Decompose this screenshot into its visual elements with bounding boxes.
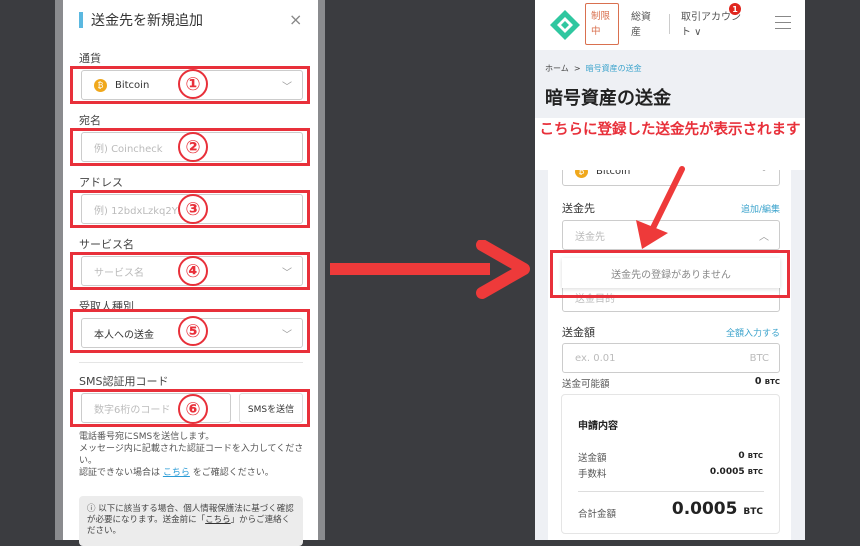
- amount-unit: BTC: [749, 352, 769, 364]
- destination-placeholder: 送金先: [575, 231, 605, 243]
- notification-badge: 1: [729, 3, 741, 15]
- unit: BTC: [747, 452, 763, 460]
- summary-fee-value: 0.0005 BTC: [710, 467, 763, 477]
- info-icon: ⓘ: [87, 504, 99, 514]
- destination-label: 送金先: [562, 202, 595, 215]
- value: 0: [738, 451, 745, 461]
- divider: [669, 14, 670, 34]
- sms-note-line: 認証できない場合は こちら をご確認ください。: [79, 467, 304, 479]
- privacy-info-box: ⓘ 以下に該当する場合、個人情報保護法に基づく確認が必要になります。送金前に「こ…: [79, 496, 303, 546]
- address-label: アドレス: [79, 176, 123, 189]
- divider: [79, 362, 303, 363]
- coincheck-logo-icon: [550, 10, 580, 40]
- contact-link[interactable]: こちら: [205, 515, 231, 525]
- sms-note-line: メッセージ内に記載された認証コードを入力してください。: [79, 444, 304, 466]
- step-marker: ⑤: [178, 316, 208, 346]
- chevron-up-icon: ︿: [759, 232, 769, 243]
- value: 0.0005: [709, 467, 745, 477]
- note-text: 認証できない場合は: [79, 468, 161, 478]
- breadcrumb-separator: >: [573, 64, 581, 73]
- add-destination-modal: 送金先を新規追加 × 通貨 ₿ Bitcoin ﹀ 宛名 例) Coincheck …: [63, 0, 318, 546]
- total-assets-link[interactable]: 総資産: [631, 10, 659, 40]
- summary-amount-label: 送金額: [578, 453, 607, 464]
- right-arrow-icon: [330, 240, 530, 299]
- sms-note: 電話番号宛にSMSを送信します。 メッセージ内に記載された認証コードを入力してく…: [79, 431, 304, 479]
- annotation-callout: こちらに登録した送金先が表示されます: [535, 118, 805, 170]
- send-crypto-page: 制限中 総資産 取引アカウント ∨ 1 ホーム > 暗号資産の送金 暗号資産の送…: [535, 0, 805, 540]
- close-icon[interactable]: ×: [289, 10, 302, 29]
- summary-title: 申請内容: [578, 421, 618, 432]
- currency-label: 通貨: [79, 52, 101, 65]
- page-title: 暗号資産の送金: [545, 88, 671, 109]
- sms-label: SMS認証用コード: [79, 375, 169, 388]
- breadcrumb: ホーム > 暗号資産の送金: [545, 63, 642, 74]
- step-marker: ①: [178, 69, 208, 99]
- help-link[interactable]: こちら: [163, 468, 190, 478]
- sms-note-line: 電話番号宛にSMSを送信します。: [79, 432, 215, 442]
- breadcrumb-home[interactable]: ホーム: [545, 64, 569, 73]
- header: 制限中 総資産 取引アカウント ∨ 1: [535, 0, 805, 50]
- summary-fee-label: 手数料: [578, 469, 607, 480]
- unit: BTC: [747, 468, 763, 476]
- note-text: をご確認ください。: [192, 468, 274, 478]
- total-label: 合計金額: [578, 509, 617, 520]
- summary-amount-value: 0 BTC: [738, 451, 763, 461]
- summary-box: 申請内容 送金額 0 BTC 手数料 0.0005 BTC 合計金額 0.000…: [561, 394, 780, 534]
- modal-title: 送金先を新規追加: [91, 13, 203, 29]
- breadcrumb-current: 暗号資産の送金: [585, 64, 642, 73]
- add-edit-link[interactable]: 追加/編集: [741, 202, 780, 215]
- value: 0.0005: [671, 499, 738, 519]
- name-label: 宛名: [79, 114, 101, 127]
- available-amount: 0: [754, 376, 762, 387]
- down-arrow-icon: [636, 166, 685, 249]
- amount-input[interactable]: ex. 0.01 BTC: [562, 343, 780, 373]
- hamburger-menu-icon[interactable]: [775, 16, 791, 34]
- available-unit: BTC: [764, 378, 780, 386]
- title-accent: [79, 12, 83, 28]
- total-value: 0.0005 BTC: [672, 499, 763, 519]
- divider: [578, 491, 764, 492]
- step-marker: ③: [178, 194, 208, 224]
- highlight-box: [550, 250, 790, 298]
- step-marker: ④: [178, 256, 208, 286]
- available-value: 0 BTC: [755, 376, 780, 387]
- amount-placeholder: ex. 0.01: [575, 352, 616, 364]
- unit: BTC: [743, 507, 763, 517]
- step-marker: ⑥: [178, 394, 208, 424]
- restricted-badge[interactable]: 制限中: [585, 3, 619, 45]
- available-label: 送金可能額: [562, 379, 610, 390]
- fill-max-link[interactable]: 全額入力する: [726, 326, 780, 339]
- service-label: サービス名: [79, 238, 134, 251]
- amount-label: 送金額: [562, 326, 595, 339]
- step-marker: ②: [178, 132, 208, 162]
